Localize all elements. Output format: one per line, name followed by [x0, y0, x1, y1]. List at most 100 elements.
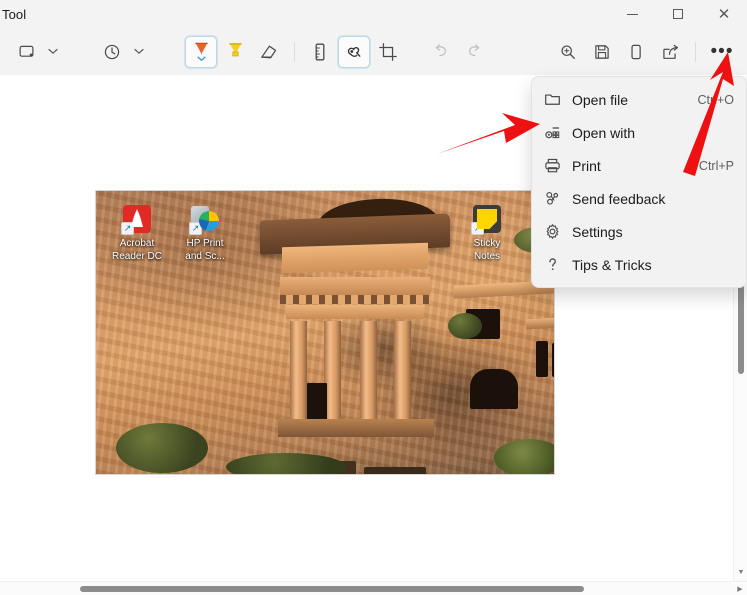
save-button[interactable]: [586, 36, 618, 68]
horizontal-scrollbar[interactable]: ▶: [0, 581, 747, 595]
share-button[interactable]: [654, 36, 686, 68]
delay-button[interactable]: [96, 36, 128, 68]
menu-item-label: Open file: [572, 91, 629, 108]
toolbar-divider: [695, 41, 696, 62]
menu-item-send-feedback[interactable]: Send feedback: [532, 182, 746, 215]
pen-icon: [194, 42, 208, 61]
shortcut-overlay-icon: ↗: [121, 222, 134, 235]
save-icon: [595, 44, 609, 59]
menu-item-label: Send feedback: [572, 190, 666, 207]
cliff-niche: [552, 343, 554, 377]
tomb-base: [278, 419, 434, 437]
sticky-notes-icon: ↗: [471, 205, 501, 235]
menu-item-tips-and-tricks[interactable]: Tips & Tricks: [532, 248, 746, 281]
menu-item-shortcut: Ctrl+P: [698, 158, 734, 173]
delay-dropdown-caret[interactable]: [130, 37, 148, 67]
touch-writing-button[interactable]: [338, 35, 370, 68]
folder-icon: [544, 91, 572, 108]
vegetation: [448, 313, 482, 339]
copy-icon: [631, 44, 641, 59]
menu-item-open-file[interactable]: Open file Ctrl+O: [532, 83, 746, 116]
toolbar-right-group: •••: [552, 28, 739, 75]
redo-icon: [468, 44, 479, 57]
tomb-column: [360, 321, 377, 419]
shortcut-overlay-icon: ↗: [471, 222, 484, 235]
window-controls: ✕: [609, 0, 747, 28]
desktop-icon-label-line1: Sticky: [473, 238, 501, 249]
maximize-button[interactable]: [655, 0, 701, 28]
desktop-icon-label-line1: HP Print: [186, 238, 224, 249]
ruler-button[interactable]: [304, 36, 336, 68]
tomb-dentil-row: [280, 295, 430, 304]
new-snip-dropdown-caret[interactable]: [44, 37, 62, 67]
toolbar-annotation-group: [185, 28, 490, 75]
menu-item-settings[interactable]: Settings: [532, 215, 746, 248]
tomb-upper-band: [282, 242, 428, 274]
see-more-menu: Open file Ctrl+O Open with Print Ctrl+P …: [531, 76, 747, 288]
title-bar: Tool ✕: [0, 0, 747, 28]
crop-icon: [379, 42, 397, 61]
eraser-button[interactable]: [253, 36, 285, 68]
feedback-icon: [544, 190, 572, 207]
menu-item-label: Open with: [572, 124, 636, 141]
zoom-button[interactable]: [552, 36, 584, 68]
clock-icon: [104, 44, 120, 59]
maximize-icon: [673, 9, 683, 19]
desktop-icon-hp-print-and-scan: ↗ HP Print and Sc...: [174, 205, 236, 263]
minimize-icon: [626, 13, 638, 15]
page-title: Tool: [2, 6, 27, 22]
menu-item-label: Print: [572, 157, 601, 174]
horizontal-scrollbar-thumb[interactable]: [80, 586, 584, 592]
tomb-column: [394, 321, 411, 419]
desktop-icon-label-line2: Notes: [473, 251, 501, 262]
gear-icon: [544, 223, 572, 240]
toolbar-divider: [294, 41, 295, 62]
desktop-icon-label-line1: Acrobat: [119, 238, 155, 249]
see-more-button[interactable]: •••: [705, 36, 739, 68]
captured-screenshot-image[interactable]: ↗ Acrobat Reader DC ↗ HP Print and Sc...…: [95, 190, 555, 475]
menu-item-label: Settings: [572, 223, 623, 240]
menu-item-shortcut: Ctrl+O: [697, 92, 734, 107]
main-toolbar: •••: [0, 28, 747, 75]
acrobat-reader-icon: ↗: [121, 205, 151, 235]
undo-button[interactable]: [424, 36, 456, 68]
rock-cut-tomb: [260, 213, 450, 438]
touch-writing-icon: [347, 46, 361, 57]
menu-item-label: Tips & Tricks: [572, 256, 652, 273]
magnifier-icon: [561, 44, 575, 59]
highlighter-button[interactable]: [219, 36, 251, 68]
scroll-right-arrow-icon[interactable]: ▶: [733, 582, 747, 595]
printer-icon: [544, 157, 572, 174]
question-icon: [544, 256, 572, 273]
tomb-column: [290, 321, 307, 419]
crop-button[interactable]: [372, 36, 404, 68]
menu-item-print[interactable]: Print Ctrl+P: [532, 149, 746, 182]
scroll-down-arrow-icon[interactable]: ▼: [734, 565, 747, 579]
desktop-icon-label-line2: Reader DC: [111, 251, 163, 262]
new-snip-button[interactable]: [10, 36, 42, 68]
snipping-tool-window: Tool ✕ ••• ↗ Acrobat Reader DC ↗ HP Prin…: [0, 0, 747, 595]
undo-icon: [435, 44, 446, 57]
vegetation: [226, 453, 346, 474]
desktop-icon-label-line2: and Sc...: [185, 251, 225, 262]
rock-ledge: [364, 467, 426, 474]
ballpoint-pen-button[interactable]: [185, 35, 217, 68]
redo-button[interactable]: [458, 36, 490, 68]
menu-item-open-with[interactable]: Open with: [532, 116, 746, 149]
shortcut-overlay-icon: ↗: [189, 222, 202, 235]
close-button[interactable]: ✕: [701, 0, 747, 28]
open-with-icon: [544, 124, 572, 141]
ellipsis-icon: •••: [710, 41, 734, 62]
chevron-down-icon: [134, 48, 144, 55]
eraser-icon: [261, 45, 277, 58]
cliff-niche: [470, 369, 518, 409]
tomb-architrave: [286, 305, 424, 319]
share-icon: [662, 44, 678, 59]
copy-button[interactable]: [620, 36, 652, 68]
chevron-down-icon: [48, 48, 58, 55]
hp-print-and-scan-icon: ↗: [189, 205, 219, 235]
desktop-icon-acrobat-reader-dc: ↗ Acrobat Reader DC: [106, 205, 168, 263]
minimize-button[interactable]: [609, 0, 655, 28]
toolbar-left-group: [0, 36, 148, 68]
desktop-icon-sticky-notes: ↗ Sticky Notes: [456, 205, 518, 263]
